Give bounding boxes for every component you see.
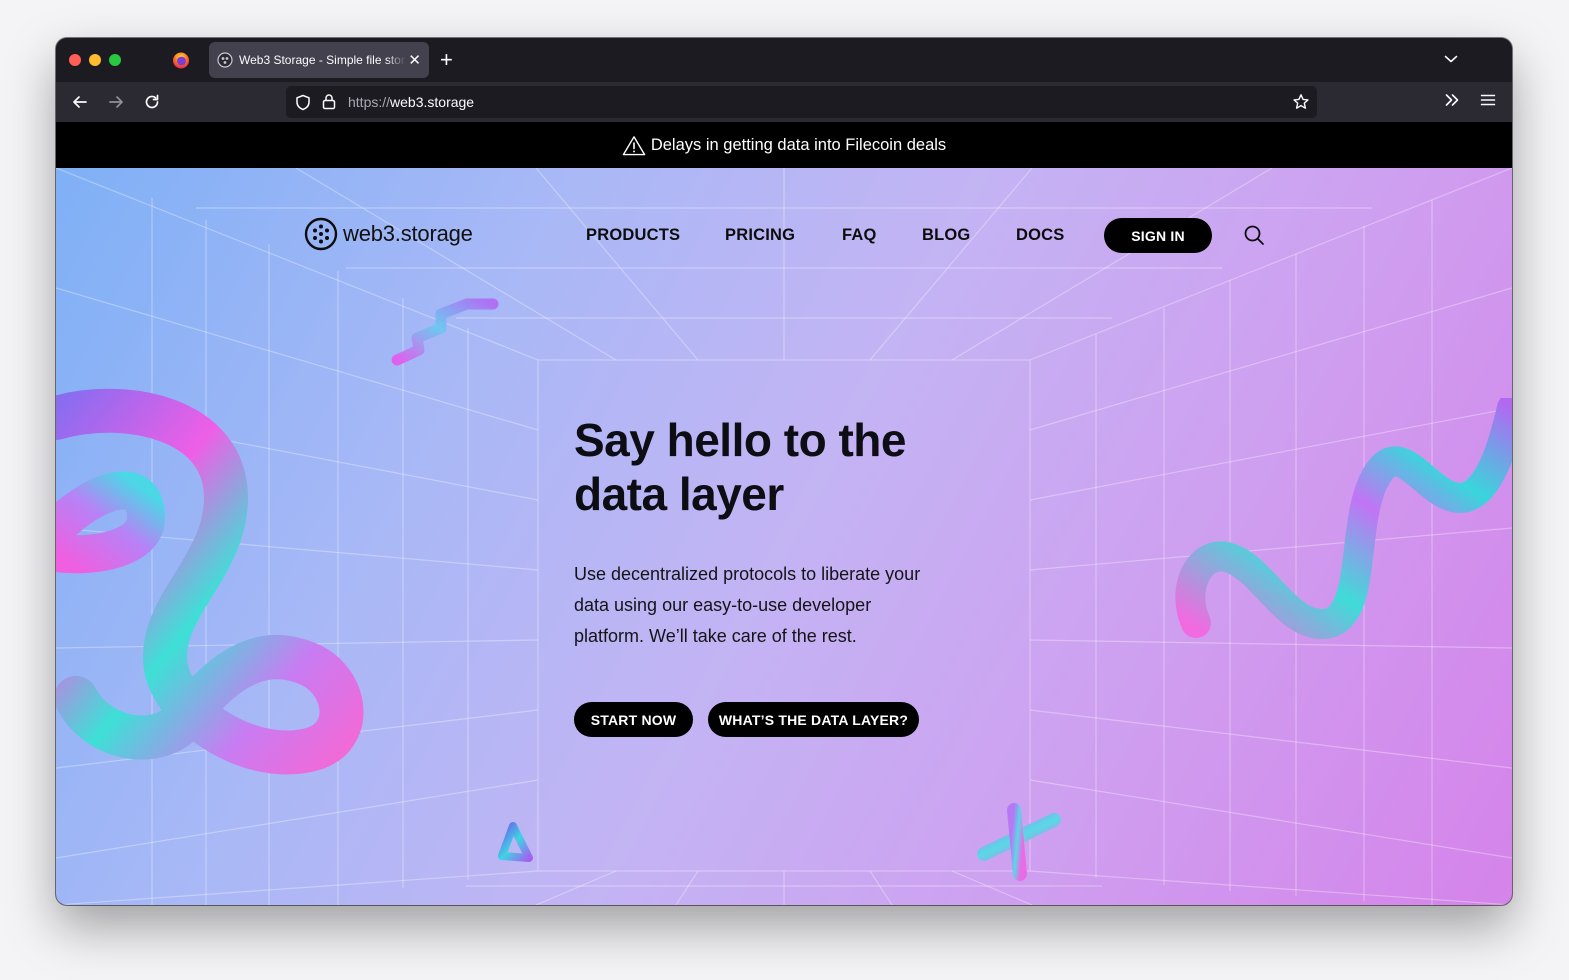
- sign-in-button[interactable]: SIGN IN: [1104, 218, 1212, 253]
- hero-subtext: Use decentralized protocols to liberate …: [574, 564, 921, 646]
- nav-pricing[interactable]: PRICING: [725, 226, 795, 245]
- tab-active[interactable]: Web3 Storage - Simple file storage ✕: [209, 42, 429, 78]
- nav-blog[interactable]: BLOG: [922, 226, 970, 245]
- lock-icon[interactable]: [322, 93, 336, 110]
- double-chevron-icon[interactable]: [1444, 92, 1460, 108]
- tab-strip: Web3 Storage - Simple file storage ✕ +: [56, 38, 1512, 82]
- nav-faq[interactable]: FAQ: [842, 226, 877, 245]
- close-icon[interactable]: ✕: [408, 53, 421, 68]
- nav-products[interactable]: PRODUCTS: [586, 226, 680, 245]
- warning-triangle-icon: [622, 135, 646, 155]
- zigzag-decoration: [391, 298, 499, 366]
- url-host: web3.storage: [390, 94, 475, 110]
- web3-storage-logo-icon: [304, 217, 338, 251]
- hero-headline-line2: data layer: [574, 468, 784, 520]
- whats-the-data-layer-button[interactable]: WHAT’S THE DATA LAYER?: [708, 702, 919, 737]
- cross-decoration: [977, 803, 1061, 881]
- navigation-toolbar: https://web3.storage: [56, 82, 1512, 122]
- left-swirl-decoration: [56, 388, 364, 775]
- url-text[interactable]: https://web3.storage: [348, 94, 474, 110]
- close-window-button[interactable]: [69, 54, 81, 66]
- zoom-window-button[interactable]: [109, 54, 121, 66]
- search-icon[interactable]: [1243, 224, 1265, 246]
- logo-text: web3.storage: [343, 221, 473, 246]
- plus-icon[interactable]: +: [440, 49, 453, 71]
- chevron-down-icon[interactable]: [1444, 52, 1458, 66]
- right-wave-decoration: [1175, 398, 1512, 639]
- banner-text: Delays in getting data into Filecoin dea…: [650, 135, 947, 154]
- hamburger-menu-icon[interactable]: [1480, 93, 1496, 107]
- hero-headline: Say hello to the data layer: [574, 413, 994, 521]
- page-viewport: Delays in getting data into Filecoin dea…: [56, 122, 1512, 905]
- announcement-banner[interactable]: Delays in getting data into Filecoin dea…: [56, 122, 1512, 168]
- url-scheme: https://: [348, 94, 391, 110]
- triangle-decoration: [498, 822, 533, 862]
- site-header: web3.storage PRODUCTS PRICING FAQ BLOG D…: [56, 168, 1512, 302]
- tab-title: Web3 Storage - Simple file storage: [239, 53, 407, 67]
- browser-window: Web3 Storage - Simple file storage ✕ + h…: [56, 38, 1512, 905]
- reload-icon[interactable]: [142, 92, 162, 112]
- back-arrow-icon[interactable]: [70, 92, 90, 112]
- shield-icon[interactable]: [295, 94, 311, 111]
- forward-arrow-icon[interactable]: [106, 92, 126, 112]
- star-icon[interactable]: [1292, 93, 1310, 111]
- firefox-icon[interactable]: [172, 51, 190, 69]
- start-now-button[interactable]: START NOW: [574, 702, 693, 737]
- minimize-window-button[interactable]: [89, 54, 101, 66]
- hero-section: web3.storage PRODUCTS PRICING FAQ BLOG D…: [56, 168, 1512, 905]
- nav-docs[interactable]: DOCS: [1016, 226, 1064, 245]
- site-logo[interactable]: web3.storage: [304, 217, 473, 251]
- url-bar[interactable]: https://web3.storage: [286, 86, 1317, 118]
- hero-headline-line1: Say hello to the: [574, 414, 906, 466]
- tab-favicon: [217, 52, 233, 68]
